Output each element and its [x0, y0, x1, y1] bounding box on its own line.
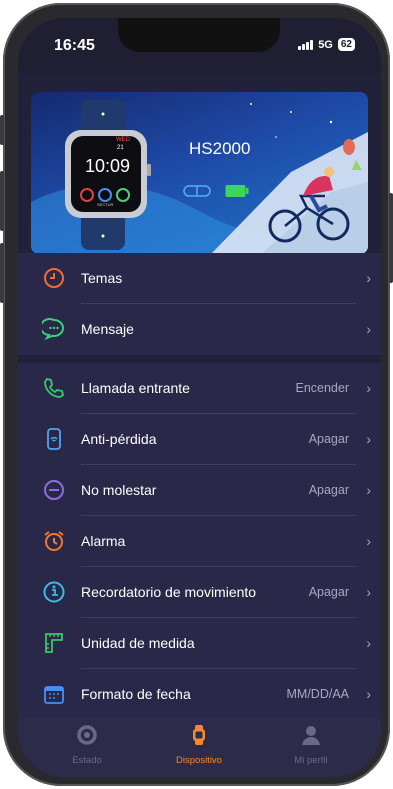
alarm-icon [44, 531, 64, 551]
status-indicators: 5G 62 [298, 38, 355, 51]
row-mensaje[interactable]: Mensaje › [18, 304, 381, 354]
watch-brand: SECTUR [97, 202, 114, 207]
row-value: Apagar [308, 432, 349, 446]
tab-label: Mi perfil [294, 755, 328, 766]
row-label: Alarma [81, 533, 126, 549]
row-label: Recordatorio de movimiento [81, 584, 257, 600]
power-button [389, 193, 393, 283]
chevron-right-icon: › [366, 584, 371, 600]
silent-switch [0, 115, 4, 145]
chevron-right-icon: › [366, 270, 371, 286]
ruler-icon [45, 633, 63, 653]
chevron-right-icon: › [366, 635, 371, 651]
watch-top-label: WED [116, 137, 130, 143]
tab-mi-perfil[interactable]: Mi perfil [261, 724, 361, 766]
row-label: Anti-pérdida [81, 431, 157, 447]
row-llamada-entrante[interactable]: Llamada entrante Encender › [18, 363, 381, 413]
chevron-right-icon: › [366, 533, 371, 549]
network-label: 5G [318, 38, 333, 51]
watch-date: 21 [117, 145, 124, 151]
battery-full-icon [225, 185, 249, 197]
row-label: No molestar [81, 482, 157, 498]
row-no-molestar[interactable]: No molestar Apagar › [18, 465, 381, 515]
phone-icon [44, 377, 65, 398]
app-screen: 16:45 5G 62 WED 21 10:09 SECTUR HS2000 T… [18, 18, 381, 777]
status-ring-icon [77, 725, 97, 745]
phone-frame: 16:45 5G 62 WED 21 10:09 SECTUR HS2000 T… [0, 3, 393, 786]
cyclist-illustration [268, 167, 350, 243]
signal-icon [298, 39, 314, 50]
chevron-right-icon: › [366, 431, 371, 447]
row-label: Mensaje [81, 321, 134, 337]
row-label: Unidad de medida [81, 635, 195, 651]
settings-section-device: Llamada entrante Encender › Anti-pérdida… [18, 363, 381, 718]
row-label: Temas [81, 270, 123, 286]
battery-icon: 62 [337, 38, 355, 51]
profile-icon [302, 726, 320, 745]
status-bar: 16:45 5G 62 [18, 18, 381, 74]
theme-clock-icon [44, 268, 64, 288]
row-value: Apagar [308, 483, 349, 497]
calendar-icon [44, 686, 64, 704]
settings-section-themes: Temas › Mensaje › [18, 253, 381, 355]
tab-dispositivo[interactable]: Dispositivo [149, 724, 249, 766]
chevron-right-icon: › [366, 321, 371, 337]
row-label: Formato de fecha [81, 686, 191, 702]
row-label: Llamada entrante [81, 380, 190, 396]
row-value: Encender [295, 381, 349, 395]
device-banner[interactable]: WED 21 10:09 SECTUR HS2000 [31, 92, 368, 254]
row-value: Apagar [308, 585, 349, 599]
device-name: HS2000 [189, 139, 251, 158]
tab-estado[interactable]: Estado [37, 724, 137, 766]
status-time: 16:45 [54, 37, 95, 54]
tab-label: Estado [72, 755, 102, 766]
do-not-disturb-icon [44, 480, 64, 500]
message-icon [42, 318, 64, 341]
row-formato-fecha[interactable]: Formato de fecha MM/DD/AA › [18, 669, 381, 719]
volume-up-button [0, 171, 4, 231]
connection-icon [183, 185, 211, 197]
row-value: MM/DD/AA [286, 687, 350, 701]
row-recordatorio-movimiento[interactable]: Recordatorio de movimiento Apagar › [18, 567, 381, 617]
watch-signal-icon [47, 428, 61, 450]
chevron-right-icon: › [366, 482, 371, 498]
row-alarma[interactable]: Alarma › [18, 516, 381, 566]
volume-down-button [0, 243, 4, 303]
watch-icon [193, 725, 205, 745]
tab-label: Dispositivo [176, 755, 222, 766]
watch-time: 10:09 [85, 156, 131, 176]
bottom-tab-bar: Estado Dispositivo Mi perfil [18, 718, 381, 777]
chevron-right-icon: › [366, 380, 371, 396]
chevron-right-icon: › [366, 686, 371, 702]
row-temas[interactable]: Temas › [18, 253, 381, 303]
notch [118, 18, 280, 52]
movement-icon [43, 581, 65, 603]
row-anti-perdida[interactable]: Anti-pérdida Apagar › [18, 414, 381, 464]
row-unidad-medida[interactable]: Unidad de medida › [18, 618, 381, 668]
